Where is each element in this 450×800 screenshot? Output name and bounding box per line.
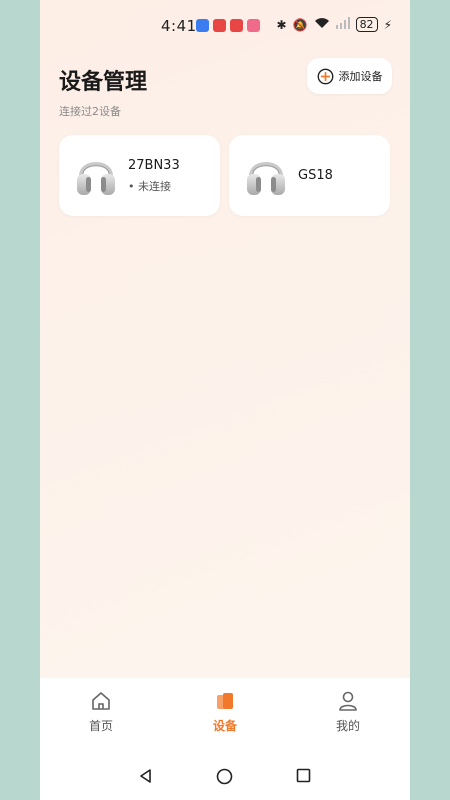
add-device-label: 添加设备 <box>338 70 383 83</box>
app-icon-pink <box>247 19 260 32</box>
device-card[interactable]: 27BN33 • 未连接 <box>59 135 220 216</box>
home-icon <box>92 692 110 710</box>
headphones-icon <box>247 162 285 195</box>
battery-indicator: 82 <box>355 17 378 32</box>
tab-profile[interactable]: 我的 <box>308 690 388 734</box>
profile-icon <box>339 691 357 711</box>
tab-label: 设备 <box>212 719 237 733</box>
bluetooth-icon: ✱ <box>276 17 287 32</box>
device-name: 27BN33 <box>128 158 180 173</box>
app-icon-blue <box>196 19 209 32</box>
device-card[interactable]: GS18 <box>229 135 390 216</box>
tab-label: 我的 <box>335 719 360 733</box>
signal-icon <box>335 17 350 32</box>
phone-screen: 4:41 ✱ 🔕 82 ⚡ 设备管理 连接过2设备 添加设备 27BN33 • … <box>40 0 410 800</box>
bottom-tab-bar: 首页 设备 我的 <box>40 678 410 748</box>
status-bar: 4:41 ✱ 🔕 82 ⚡ <box>40 0 410 54</box>
status-system-icons: ✱ 🔕 82 ⚡ <box>277 17 392 32</box>
app-icon-red <box>213 19 226 32</box>
add-circle-icon <box>317 68 333 84</box>
device-count-subtitle: 连接过2设备 <box>59 105 121 118</box>
add-device-button[interactable]: 添加设备 <box>307 58 392 94</box>
device-status: • 未连接 <box>128 180 171 193</box>
device-name: GS18 <box>298 168 333 183</box>
tab-label: 首页 <box>88 719 113 733</box>
headphones-icon <box>77 162 115 195</box>
wifi-icon <box>314 17 330 32</box>
recents-icon[interactable] <box>296 768 311 783</box>
page-title: 设备管理 <box>59 70 148 95</box>
system-nav-bar <box>40 748 410 800</box>
devices-icon <box>217 693 233 709</box>
tab-home[interactable]: 首页 <box>61 690 141 734</box>
mute-icon: 🔕 <box>292 17 308 32</box>
tab-devices[interactable]: 设备 <box>185 690 265 734</box>
app-icon-red <box>230 19 243 32</box>
status-time: 4:41 <box>161 17 197 35</box>
status-notification-icons <box>196 19 260 32</box>
back-icon[interactable] <box>138 768 154 784</box>
home-circle-icon[interactable] <box>216 768 233 785</box>
charging-icon: ⚡ <box>383 17 392 32</box>
